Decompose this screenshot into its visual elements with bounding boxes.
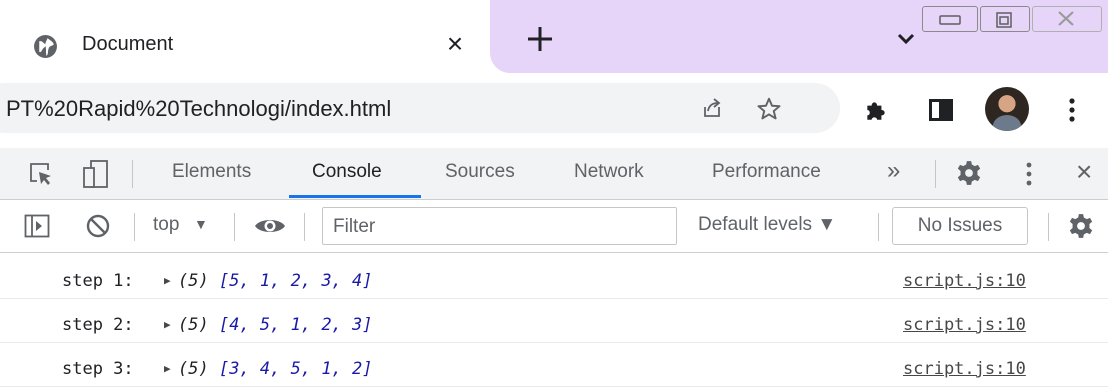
- log-message: step 1:: [62, 271, 134, 291]
- console-toolbar: top ▼ Filter Default levels ▼ No Issues: [0, 201, 1108, 253]
- tab-performance[interactable]: Performance: [712, 161, 821, 183]
- log-array-value[interactable]: (5) [5, 1, 2, 3, 4]: [178, 271, 373, 291]
- array-length: (5): [178, 315, 209, 335]
- toolbar-divider: [134, 213, 135, 241]
- console-message-row: step 1: ▶ (5) [5, 1, 2, 3, 4] script.js:…: [0, 255, 1108, 299]
- kebab-menu-icon[interactable]: [1066, 96, 1078, 124]
- tab-network[interactable]: Network: [574, 161, 644, 183]
- log-source-link[interactable]: script.js:10: [903, 271, 1026, 291]
- console-message-row: step 3: ▶ (5) [3, 4, 5, 1, 2] script.js:…: [0, 343, 1108, 387]
- log-source-link[interactable]: script.js:10: [903, 359, 1026, 379]
- array-contents: [4, 5, 1, 2, 3]: [218, 315, 373, 335]
- globe-icon: [34, 35, 57, 58]
- tab-title: Document: [82, 33, 174, 55]
- clear-console-icon[interactable]: [85, 213, 111, 239]
- console-settings-gear-icon[interactable]: [1068, 213, 1094, 239]
- toolbar-divider: [935, 160, 936, 188]
- context-selector[interactable]: top: [153, 214, 179, 236]
- filter-input[interactable]: Filter: [322, 207, 677, 245]
- tab-console[interactable]: Console: [312, 161, 382, 183]
- show-sidebar-icon[interactable]: [24, 214, 50, 238]
- restore-icon: [996, 12, 1012, 28]
- toolbar-divider: [878, 213, 879, 241]
- expand-triangle-icon[interactable]: ▶: [164, 362, 171, 375]
- devtools-close-button[interactable]: ×: [1076, 156, 1092, 188]
- log-array-value[interactable]: (5) [4, 5, 1, 2, 3]: [178, 315, 373, 335]
- array-length: (5): [178, 271, 209, 291]
- active-tab-indicator: [289, 195, 421, 198]
- chevron-down-icon[interactable]: [892, 24, 920, 52]
- log-message: step 3:: [62, 359, 134, 379]
- tab-sources[interactable]: Sources: [445, 161, 515, 183]
- devtools-kebab-icon[interactable]: [1024, 160, 1034, 188]
- toolbar-divider: [234, 213, 235, 241]
- tab-close-button[interactable]: ×: [440, 28, 470, 59]
- log-levels-dropdown[interactable]: Default levels ▼: [698, 214, 836, 236]
- tab-elements[interactable]: Elements: [172, 161, 251, 183]
- close-icon: [1058, 11, 1074, 26]
- minimize-icon: [939, 15, 961, 25]
- toolbar-divider: [304, 213, 305, 241]
- devtools-tab-bar: Elements Console Sources Network Perform…: [0, 148, 1108, 200]
- window-minimize-button[interactable]: [922, 6, 978, 32]
- array-contents: [3, 4, 5, 1, 2]: [218, 359, 373, 379]
- device-toolbar-icon[interactable]: [82, 159, 110, 189]
- array-length: (5): [178, 359, 209, 379]
- filter-placeholder: Filter: [333, 216, 376, 237]
- settings-gear-icon[interactable]: [956, 160, 982, 186]
- issues-button[interactable]: No Issues: [892, 207, 1028, 245]
- console-message-row: step 2: ▶ (5) [4, 5, 1, 2, 3] script.js:…: [0, 299, 1108, 343]
- address-url[interactable]: PT%20Rapid%20Technologi/index.html: [6, 96, 391, 122]
- new-tab-button[interactable]: [522, 21, 558, 57]
- console-log: step 1: ▶ (5) [5, 1, 2, 3, 4] script.js:…: [0, 255, 1108, 387]
- share-icon[interactable]: [700, 96, 724, 120]
- expand-triangle-icon[interactable]: ▶: [164, 318, 171, 331]
- browser-tabstrip: Document ×: [0, 0, 1108, 77]
- window-maximize-button[interactable]: [980, 6, 1030, 32]
- browser-tab-document[interactable]: Document ×: [0, 8, 490, 73]
- profile-avatar[interactable]: [985, 87, 1029, 131]
- inspect-element-icon[interactable]: [28, 161, 54, 187]
- live-expression-eye-icon[interactable]: [254, 216, 286, 236]
- more-tabs-button[interactable]: »: [887, 157, 900, 185]
- extensions-puzzle-icon[interactable]: [863, 97, 889, 123]
- log-array-value[interactable]: (5) [3, 4, 5, 1, 2]: [178, 359, 373, 379]
- window-close-button[interactable]: [1032, 6, 1102, 32]
- toolbar-divider: [132, 160, 133, 188]
- side-panel-icon[interactable]: [929, 99, 953, 121]
- expand-triangle-icon[interactable]: ▶: [164, 274, 171, 287]
- avatar-figure: [993, 115, 1021, 131]
- toolbar-divider: [1048, 213, 1049, 241]
- address-bar[interactable]: PT%20Rapid%20Technologi/index.html: [0, 83, 840, 133]
- log-message: step 2:: [62, 315, 134, 335]
- context-dropdown-arrow[interactable]: ▼: [194, 216, 208, 232]
- log-source-link[interactable]: script.js:10: [903, 315, 1026, 335]
- bookmark-star-icon[interactable]: [756, 96, 782, 122]
- browser-toolbar: PT%20Rapid%20Technologi/index.html: [0, 77, 1108, 140]
- array-contents: [5, 1, 2, 3, 4]: [218, 271, 373, 291]
